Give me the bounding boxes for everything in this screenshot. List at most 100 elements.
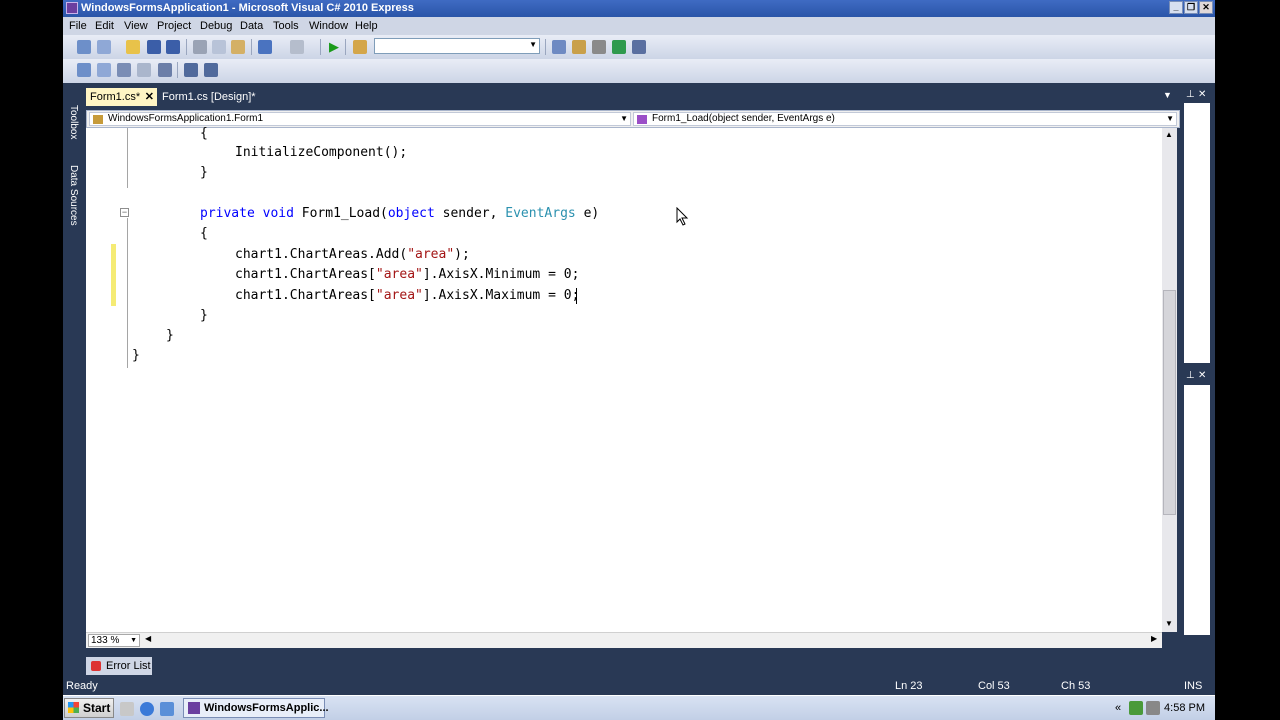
save-all-icon[interactable] xyxy=(166,40,180,54)
tab-label: Form1.cs* xyxy=(90,91,141,103)
type-name: EventArgs xyxy=(505,206,576,221)
quick-launch-icon[interactable] xyxy=(160,702,174,716)
properties-panel[interactable] xyxy=(1184,385,1210,635)
menu-file[interactable]: File xyxy=(69,20,87,32)
undo-icon[interactable] xyxy=(258,40,272,54)
scroll-up-icon[interactable]: ▲ xyxy=(1165,130,1173,139)
chevron-down-icon: ▼ xyxy=(1166,114,1174,123)
close-tab-icon[interactable]: ✕ xyxy=(145,88,154,106)
menu-help[interactable]: Help xyxy=(355,20,378,32)
solution-config-combo[interactable]: ▼ xyxy=(374,38,540,54)
left-dock: Toolbox Data Sources xyxy=(63,83,82,695)
member-combo-value: Form1_Load(object sender, EventArgs e) xyxy=(652,113,835,124)
close-window-button[interactable]: ✕ xyxy=(1199,1,1213,14)
text-editor-toolbar xyxy=(63,59,1215,83)
minimize-button[interactable]: _ xyxy=(1169,1,1183,14)
scroll-down-icon[interactable]: ▼ xyxy=(1165,619,1173,628)
chevron-down-icon: ▼ xyxy=(529,40,537,49)
data-sources-tab[interactable]: Data Sources xyxy=(65,165,79,226)
code-line-axis-minimum: chart1.ChartAreas["area"].AxisX.Minimum … xyxy=(235,265,579,285)
bottom-dock xyxy=(82,655,1182,677)
show-desktop-icon[interactable] xyxy=(120,702,134,716)
scroll-right-icon[interactable]: ▶ xyxy=(1151,634,1157,643)
code-line: { xyxy=(200,126,208,141)
toolbar-separator xyxy=(545,39,546,55)
chevron-down-icon: ▼ xyxy=(620,114,628,123)
menu-edit[interactable]: Edit xyxy=(95,20,114,32)
internet-explorer-icon[interactable] xyxy=(140,702,154,716)
tab-error-list[interactable]: Error List xyxy=(86,657,152,675)
code-text: chart1.ChartAreas[ xyxy=(235,288,376,303)
menu-data[interactable]: Data xyxy=(240,20,263,32)
copy-icon[interactable] xyxy=(212,40,226,54)
scrollbar-thumb[interactable] xyxy=(1163,290,1176,515)
method-icon xyxy=(637,115,647,124)
maximize-button[interactable]: ❐ xyxy=(1184,1,1198,14)
active-files-dropdown-icon[interactable]: ▼ xyxy=(1163,90,1172,100)
redo-icon[interactable] xyxy=(290,40,304,54)
start-debugging-icon[interactable]: ▶ xyxy=(329,39,339,55)
code-line: { xyxy=(200,226,208,241)
start-page-icon[interactable] xyxy=(612,40,626,54)
taskbar-item-vcs[interactable]: WindowsFormsApplic... xyxy=(183,698,329,718)
zoom-combo[interactable]: 133 % ▼ xyxy=(88,634,140,647)
object-browser-icon[interactable] xyxy=(77,63,91,77)
code-line: } xyxy=(132,348,140,363)
class-combo[interactable]: WindowsFormsApplication1.Form1 ▼ xyxy=(89,112,631,126)
menu-debug[interactable]: Debug xyxy=(200,20,232,32)
add-item-icon[interactable] xyxy=(97,40,111,54)
tab-label: Form1.cs [Design]* xyxy=(162,91,256,103)
menu-project[interactable]: Project xyxy=(157,20,191,32)
close-panel-icon[interactable]: ✕ xyxy=(1198,370,1206,381)
paste-icon[interactable] xyxy=(231,40,245,54)
navigation-bar: WindowsFormsApplication1.Form1 ▼ Form1_L… xyxy=(86,110,1180,128)
uncomment-icon[interactable] xyxy=(204,63,218,77)
error-list-icon xyxy=(91,661,101,671)
menu-window[interactable]: Window xyxy=(309,20,348,32)
clock[interactable]: 4:58 PM xyxy=(1164,698,1205,718)
network-icon[interactable] xyxy=(1129,701,1143,715)
tab-form1-cs[interactable]: Form1.cs* ✕ xyxy=(86,88,157,106)
indent-icon[interactable] xyxy=(158,63,172,77)
toolbox-tab[interactable]: Toolbox xyxy=(65,105,79,139)
toolbar-separator xyxy=(177,62,178,78)
horizontal-scrollbar[interactable] xyxy=(86,632,1162,648)
scroll-left-icon[interactable]: ◀ xyxy=(145,634,151,643)
start-label: Start xyxy=(83,701,111,715)
toolbox-icon[interactable] xyxy=(592,40,606,54)
solution-explorer-panel[interactable] xyxy=(1184,103,1210,363)
menu-tools[interactable]: Tools xyxy=(273,20,299,32)
quick-info-icon[interactable] xyxy=(117,63,131,77)
close-panel-icon[interactable]: ✕ xyxy=(1198,89,1206,100)
properties-icon[interactable] xyxy=(572,40,586,54)
solution-explorer-icon[interactable] xyxy=(552,40,566,54)
member-combo[interactable]: Form1_Load(object sender, EventArgs e) ▼ xyxy=(633,112,1177,126)
find-in-files-icon[interactable] xyxy=(353,40,367,54)
volume-icon[interactable] xyxy=(1146,701,1160,715)
start-button[interactable]: Start xyxy=(64,698,114,718)
open-file-icon[interactable] xyxy=(126,40,140,54)
status-insert-mode: INS xyxy=(1184,680,1203,692)
extension-manager-icon[interactable] xyxy=(632,40,646,54)
status-column: Col 53 xyxy=(978,680,1010,692)
new-project-icon[interactable] xyxy=(77,40,91,54)
code-line-method-signature: private void Form1_Load(object sender, E… xyxy=(200,204,599,224)
cut-icon[interactable] xyxy=(193,40,207,54)
pin-icon[interactable]: ⊥ xyxy=(1186,89,1195,100)
comment-icon[interactable] xyxy=(184,63,198,77)
toolbar-separator xyxy=(251,39,252,55)
code-text: ].AxisX.Maximum = 0; xyxy=(422,288,580,303)
collapse-toggle-icon[interactable]: − xyxy=(120,208,129,217)
code-line-add-area: chart1.ChartAreas.Add("area"); xyxy=(235,245,470,265)
save-icon[interactable] xyxy=(147,40,161,54)
complete-word-icon[interactable] xyxy=(137,63,151,77)
tab-form1-design[interactable]: Form1.cs [Design]* xyxy=(158,88,268,106)
string-literal: "area" xyxy=(375,267,423,282)
status-char: Ch 53 xyxy=(1061,680,1091,692)
tray-expand-icon[interactable]: « xyxy=(1115,698,1121,718)
menu-view[interactable]: View xyxy=(124,20,148,32)
pin-icon[interactable]: ⊥ xyxy=(1186,370,1195,381)
parameter-info-icon[interactable] xyxy=(97,63,111,77)
code-text: ); xyxy=(454,247,470,262)
zoom-value: 133 % xyxy=(91,635,120,646)
